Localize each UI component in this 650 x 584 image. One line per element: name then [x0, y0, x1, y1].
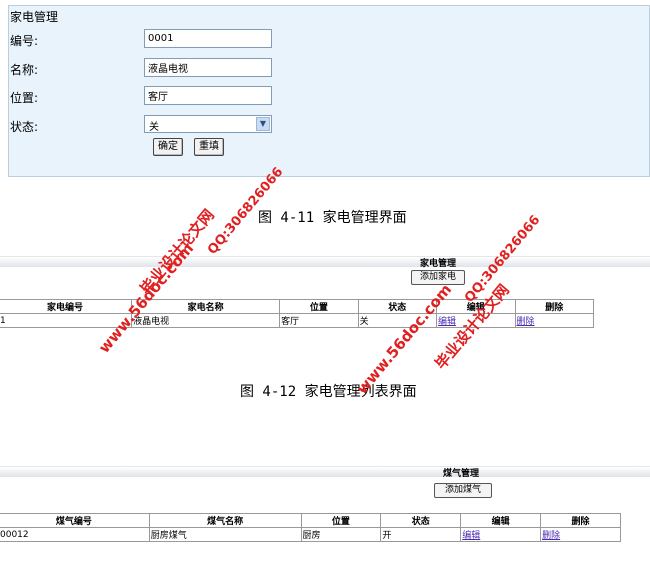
add-gas-button[interactable]: 添加煤气 [434, 483, 492, 498]
col-header: 家电编号 [0, 299, 133, 314]
col-header: 编辑 [460, 513, 542, 528]
cell-location: 厨房 [300, 527, 382, 542]
status-label: 状态: [10, 120, 39, 134]
gas-table: 煤气编号 煤气名称 位置 状态 编辑 删除 00012 厨房煤气 厨房 开 编辑… [0, 513, 621, 542]
cell-edit: 编辑 [460, 527, 542, 542]
id-input[interactable] [144, 29, 272, 48]
name-input[interactable] [144, 58, 272, 77]
cell-delete: 删除 [540, 527, 621, 542]
table-header-row: 煤气编号 煤气名称 位置 状态 编辑 删除 [0, 513, 621, 528]
watermark-brand: 毕业设计论文网 [136, 205, 218, 298]
col-header: 状态 [380, 513, 462, 528]
cell-name: 液晶电视 [131, 313, 281, 328]
id-label: 编号: [10, 34, 39, 48]
status-select-value: 关 [149, 122, 159, 133]
gas-list-title: 煤气管理 [443, 469, 480, 479]
chevron-down-icon[interactable]: ▼ [256, 117, 270, 131]
col-header: 删除 [540, 513, 621, 528]
reset-button[interactable]: 重填 [194, 138, 224, 156]
delete-link[interactable]: 删除 [517, 317, 535, 327]
gas-list-header [0, 466, 650, 477]
location-input[interactable] [144, 86, 272, 105]
table-row: 1 液晶电视 客厅 关 编辑 删除 [0, 313, 595, 328]
edit-link[interactable]: 编辑 [438, 317, 456, 327]
appliance-form-panel [8, 5, 650, 177]
location-label: 位置: [10, 91, 39, 105]
edit-link[interactable]: 编辑 [462, 531, 480, 541]
caption-fig-4-12: 图 4-12 家电管理列表界面 [240, 384, 417, 400]
cell-name: 厨房煤气 [148, 527, 302, 542]
cell-location: 客厅 [279, 313, 359, 328]
col-header: 删除 [514, 299, 595, 314]
cell-id: 00012 [0, 527, 150, 542]
cell-status: 开 [380, 527, 462, 542]
cell-delete: 删除 [514, 313, 595, 328]
appliance-list-header [0, 256, 650, 267]
col-header: 煤气编号 [0, 513, 150, 528]
caption-fig-4-11: 图 4-11 家电管理界面 [258, 210, 407, 226]
col-header: 位置 [300, 513, 382, 528]
delete-link[interactable]: 删除 [542, 531, 560, 541]
form-title: 家电管理 [10, 10, 59, 24]
status-select[interactable]: 关 ▼ [144, 115, 272, 133]
table-row: 00012 厨房煤气 厨房 开 编辑 删除 [0, 527, 621, 542]
col-header: 煤气名称 [148, 513, 302, 528]
name-label: 名称: [10, 63, 39, 77]
col-header: 位置 [279, 299, 359, 314]
appliance-list-title: 家电管理 [420, 259, 457, 269]
confirm-button[interactable]: 确定 [153, 138, 183, 156]
